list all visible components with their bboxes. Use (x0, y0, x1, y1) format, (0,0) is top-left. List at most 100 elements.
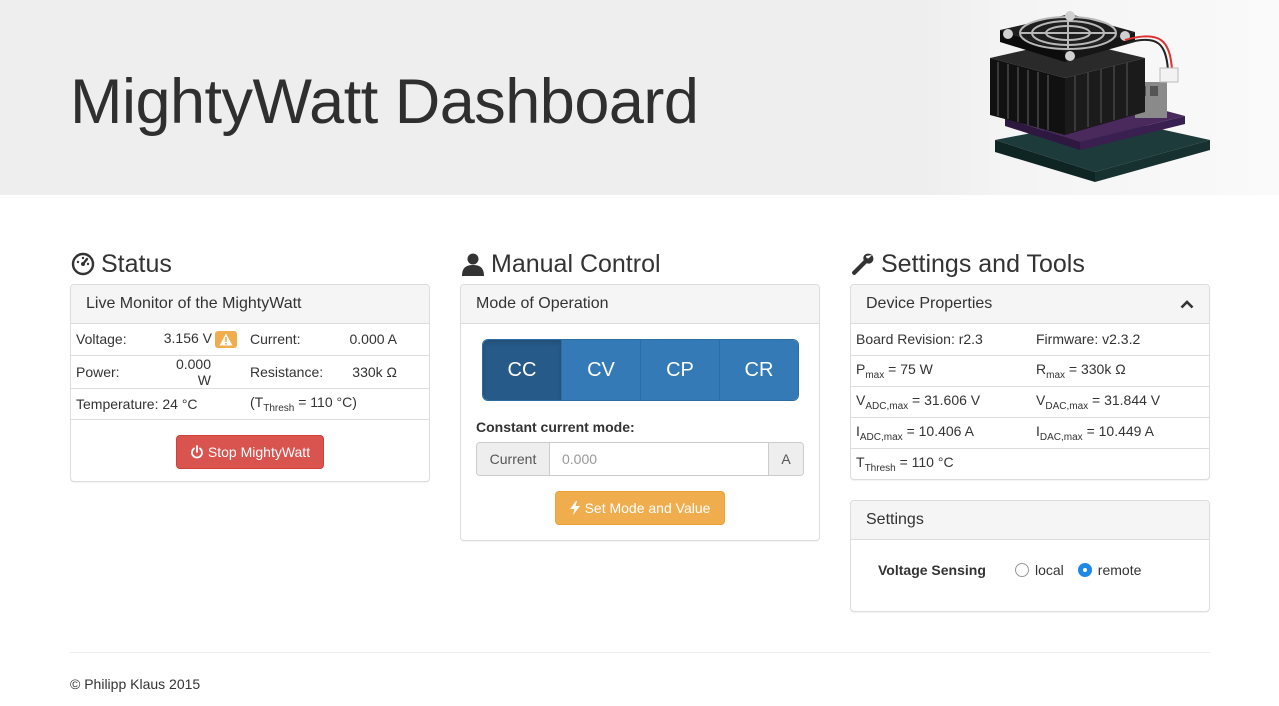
device-properties-table: Board Revision: r2.3 Firmware: v2.3.2 Pm… (851, 324, 1209, 479)
pmax-val: = 75 W (884, 360, 933, 377)
settings-heading: Settings and Tools (850, 244, 1210, 284)
power-icon (191, 444, 203, 458)
settings-title: Settings and Tools (881, 249, 1085, 278)
sensing-local-option[interactable]: local (1015, 562, 1064, 578)
temperature-value: Temperature: 24 °C (71, 388, 245, 420)
device-properties-heading[interactable]: Device Properties (851, 285, 1209, 324)
rmax-sub: max (1046, 369, 1066, 381)
power-value: 0.000 W (155, 355, 245, 389)
tthresh-base: T (856, 453, 865, 470)
current-input[interactable] (549, 443, 769, 475)
mode-cc-button[interactable]: CC (483, 340, 561, 400)
mode-title: Mode of Operation (476, 295, 609, 312)
thresh-prefix: (T (250, 393, 264, 410)
resistance-value: 330k Ω (341, 355, 429, 389)
manual-control-title: Manual Control (491, 249, 661, 278)
iadc-val: = 10.406 A (902, 422, 974, 439)
wrench-icon (850, 251, 876, 277)
mode-cv-button[interactable]: CV (561, 340, 640, 400)
device-properties-panel: Device Properties Board Revision: r2.3 F… (850, 284, 1210, 480)
vdac-base: V (1036, 391, 1046, 408)
footer-copyright: © Philipp Klaus 2015 (70, 676, 201, 692)
vadc-val: = 31.606 V (908, 391, 981, 408)
voltage-value: 3.156 V (163, 330, 212, 347)
vdac-sub: DAC,max (1045, 400, 1089, 412)
set-mode-button[interactable]: Set Mode and Value (555, 491, 725, 525)
chevron-up-icon[interactable] (1180, 299, 1194, 309)
tthresh-val: = 110 °C (895, 453, 954, 470)
voltage-sensing-row: Voltage Sensing local remote (851, 540, 1209, 578)
power-label: Power: (71, 355, 155, 389)
bolt-icon (569, 501, 580, 515)
table-row: Temperature: 24 °C (TThresh = 110 °C) (71, 388, 429, 420)
iadc-max-value: IADC,max = 10.406 A (851, 417, 1031, 449)
vadc-sub: ADC,max (865, 400, 909, 412)
user-icon (460, 251, 486, 277)
idac-max-value: IDAC,max = 10.449 A (1031, 417, 1209, 449)
page-title: MightyWatt Dashboard (70, 67, 699, 137)
vadc-max-value: VADC,max = 31.606 V (851, 386, 1031, 418)
manual-control-heading: Manual Control (460, 244, 820, 284)
current-label: Current: (245, 324, 341, 356)
table-row: Board Revision: r2.3 Firmware: v2.3.2 (851, 324, 1209, 356)
board-revision: Board Revision: r2.3 (851, 324, 1031, 356)
warning-icon (215, 331, 237, 349)
footer-divider (70, 652, 1210, 653)
header-jumbotron: MightyWatt Dashboard (0, 0, 1279, 195)
iadc-sub: ADC,max (859, 431, 903, 443)
live-monitor-panel: Live Monitor of the MightyWatt Voltage: … (70, 284, 430, 482)
settings-panel-title: Settings (866, 511, 924, 528)
settings-panel-heading: Settings (851, 501, 1209, 540)
rmax-base: R (1036, 360, 1047, 377)
rmax-value: Rmax = 330k Ω (1031, 355, 1209, 387)
threshold-temperature: (TThresh = 110 °C) (245, 388, 429, 420)
settings-column: Settings and Tools Device Properties Boa… (850, 244, 1210, 612)
mode-cr-button[interactable]: CR (719, 340, 798, 400)
vdac-val: = 31.844 V (1088, 391, 1161, 408)
current-value: 0.000 A (341, 324, 429, 356)
mode-description: Constant current mode: (476, 419, 635, 435)
mode-heading: Mode of Operation (461, 285, 819, 324)
unit-addon: A (769, 443, 803, 475)
firmware-version: Firmware: v2.3.2 (1031, 324, 1209, 356)
sensing-remote-option[interactable]: remote (1077, 562, 1141, 578)
set-button-wrap: Set Mode and Value (461, 491, 819, 525)
table-row: Voltage: 3.156 V Current: 0.000 A (71, 324, 429, 356)
remote-radio[interactable] (1077, 563, 1092, 577)
idac-sub: DAC,max (1039, 431, 1083, 443)
tthresh-value: TThresh = 110 °C (851, 448, 1209, 479)
voltage-sensing-label: Voltage Sensing (878, 562, 986, 578)
live-monitor-title: Live Monitor of the MightyWatt (86, 295, 302, 312)
pmax-base: P (856, 360, 866, 377)
status-title: Status (101, 249, 172, 278)
mode-body: CC CV CP CR Constant current mode: Curre… (461, 324, 819, 540)
stop-mightywatt-button[interactable]: Stop MightyWatt (176, 434, 324, 469)
current-addon: Current (477, 443, 549, 475)
live-monitor-table: Voltage: 3.156 V Current: 0.000 A Power:… (71, 324, 429, 420)
voltage-label: Voltage: (71, 324, 155, 356)
set-button-label: Set Mode and Value (584, 500, 711, 516)
device-photo (920, 0, 1279, 195)
status-heading: Status (70, 244, 430, 284)
stop-button-label: Stop MightyWatt (207, 443, 311, 460)
dashboard-icon (70, 251, 96, 277)
vadc-base: V (856, 391, 866, 408)
idac-val: = 10.449 A (1082, 422, 1154, 439)
manual-control-column: Manual Control Mode of Operation CC CV C… (460, 244, 820, 541)
voltage-cell: 3.156 V (155, 324, 245, 356)
vdac-max-value: VDAC,max = 31.844 V (1031, 386, 1209, 418)
table-row: Power: 0.000 W Resistance: 330k Ω (71, 355, 429, 389)
pmax-sub: max (865, 369, 885, 381)
table-row: TThresh = 110 °C (851, 448, 1209, 479)
local-radio[interactable] (1015, 563, 1029, 577)
status-column: Status Live Monitor of the MightyWatt Vo… (70, 244, 430, 482)
mode-cp-button[interactable]: CP (640, 340, 719, 400)
table-row: Pmax = 75 W Rmax = 330k Ω (851, 355, 1209, 387)
rmax-val: = 330k Ω (1065, 360, 1126, 377)
settings-panel: Settings Voltage Sensing local remote (850, 500, 1210, 612)
local-label: local (1035, 562, 1064, 578)
pmax-value: Pmax = 75 W (851, 355, 1031, 387)
tthresh-sub: Thresh (864, 462, 896, 474)
current-input-group: Current A (476, 442, 804, 476)
live-monitor-heading: Live Monitor of the MightyWatt (71, 285, 429, 324)
